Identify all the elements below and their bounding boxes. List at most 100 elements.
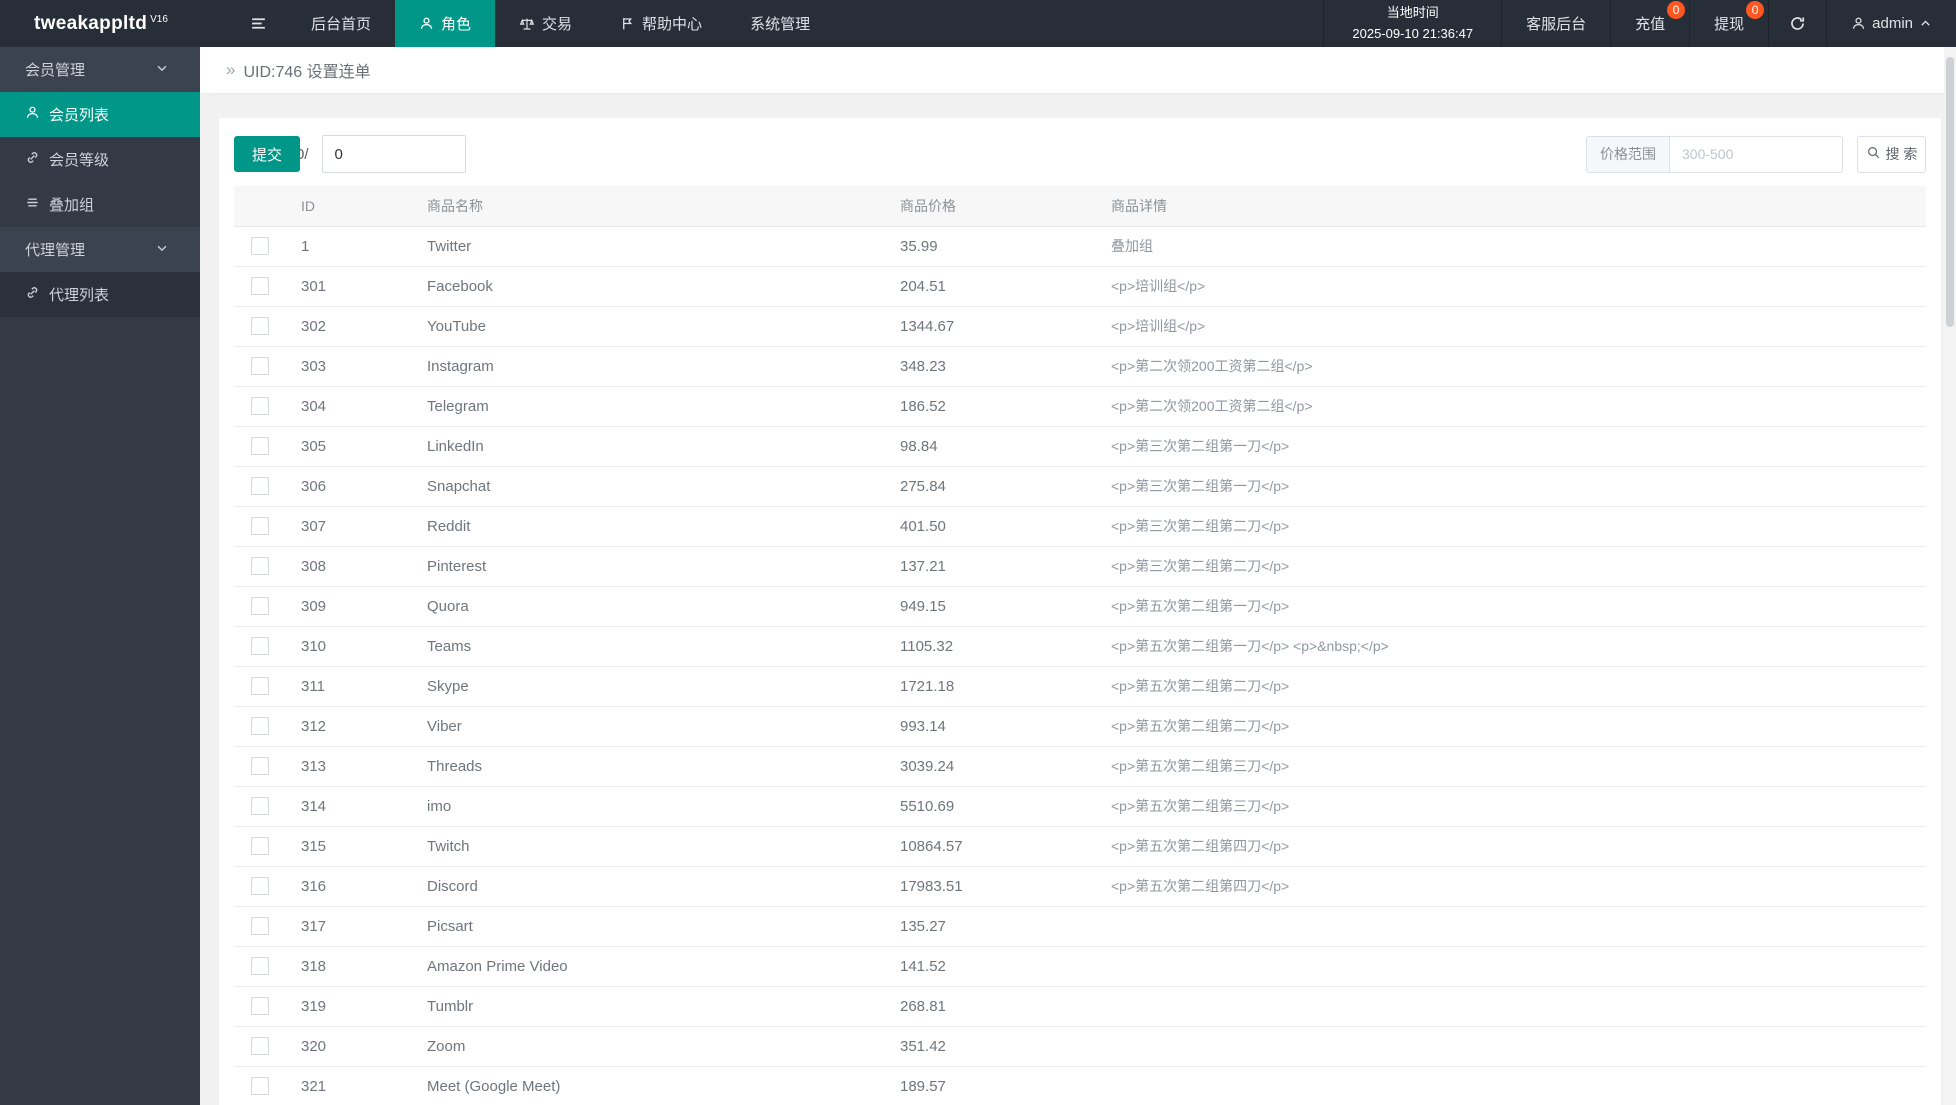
cell-product-name: imo	[416, 786, 889, 827]
row-checkbox[interactable]	[251, 437, 269, 456]
brand-version: V16	[150, 14, 168, 25]
user-icon	[419, 16, 434, 31]
cell-id: 317	[290, 906, 416, 947]
sidebar-item-member-list[interactable]: 会员列表	[0, 92, 200, 137]
row-checkbox[interactable]	[251, 237, 269, 256]
row-checkbox[interactable]	[251, 677, 269, 696]
nav-item-support-backend[interactable]: 客服后台	[1501, 0, 1610, 47]
cell-id: 312	[290, 706, 416, 747]
row-checkbox[interactable]	[251, 997, 269, 1016]
nav-item-withdraw[interactable]: 提现 0	[1689, 0, 1768, 47]
cell-id: 303	[290, 346, 416, 387]
main-content: » UID:746 设置连单 提交 0/ 价格范围 搜 索	[200, 47, 1956, 1105]
search-button[interactable]: 搜 索	[1857, 135, 1926, 173]
row-checkbox[interactable]	[251, 757, 269, 776]
user-menu[interactable]: admin	[1826, 0, 1956, 47]
table-row: 302 YouTube 1344.67 <p>培训组</p>	[234, 306, 1926, 347]
cell-product-name: Pinterest	[416, 546, 889, 587]
local-time-value: 2025-09-10 21:36:47	[1352, 25, 1474, 41]
row-checkbox[interactable]	[251, 637, 269, 656]
nav-item-transactions[interactable]: 交易	[495, 0, 596, 47]
submit-button[interactable]: 提交	[234, 136, 300, 172]
count-input[interactable]	[321, 135, 466, 173]
brand-name: tweakappltd	[34, 12, 148, 34]
withdraw-badge: 0	[1746, 1, 1765, 19]
refresh-button[interactable]	[1768, 0, 1826, 47]
row-checkbox[interactable]	[251, 517, 269, 536]
cell-id: 1	[290, 226, 416, 267]
cell-product-detail: <p>第五次第二组第三刀</p>	[1100, 746, 1926, 787]
cell-id: 318	[290, 946, 416, 987]
table-row: 318 Amazon Prime Video 141.52	[234, 946, 1926, 987]
row-checkbox[interactable]	[251, 557, 269, 576]
row-checkbox[interactable]	[251, 357, 269, 376]
cell-id: 311	[290, 666, 416, 707]
nav-item-dashboard[interactable]: 后台首页	[287, 0, 395, 47]
cell-product-price: 141.52	[889, 946, 1100, 987]
table-row: 309 Quora 949.15 <p>第五次第二组第一刀</p>	[234, 586, 1926, 627]
cell-id: 307	[290, 506, 416, 547]
table-row: 311 Skype 1721.18 <p>第五次第二组第二刀</p>	[234, 666, 1926, 707]
cell-product-name: Quora	[416, 586, 889, 627]
cell-product-price: 17983.51	[889, 866, 1100, 907]
nav-item-label: 交易	[542, 16, 573, 33]
page-title: UID:746 设置连单	[243, 64, 371, 81]
cell-product-name: LinkedIn	[416, 426, 889, 467]
cell-product-detail: <p>第五次第二组第二刀</p>	[1100, 706, 1926, 747]
row-checkbox[interactable]	[251, 277, 269, 296]
cell-product-price: 137.21	[889, 546, 1100, 587]
sidebar-group-agent-management[interactable]: 代理管理	[0, 227, 200, 272]
nav-item-roles[interactable]: 角色	[395, 0, 496, 47]
row-checkbox[interactable]	[251, 717, 269, 736]
row-checkbox[interactable]	[251, 397, 269, 416]
cell-product-detail	[1100, 906, 1926, 947]
row-checkbox[interactable]	[251, 877, 269, 896]
row-checkbox[interactable]	[251, 477, 269, 496]
header-product-name: 商品名称	[416, 186, 889, 227]
row-checkbox[interactable]	[251, 597, 269, 616]
row-checkbox[interactable]	[251, 317, 269, 336]
row-checkbox[interactable]	[251, 917, 269, 936]
sidebar-item-stack-group[interactable]: 叠加组	[0, 182, 200, 227]
username: admin	[1872, 15, 1913, 32]
cell-id: 316	[290, 866, 416, 907]
search-button-label: 搜 索	[1885, 146, 1918, 162]
cell-product-price: 35.99	[889, 226, 1100, 267]
nav-item-label: 客服后台	[1526, 16, 1587, 33]
cell-product-price: 1105.32	[889, 626, 1100, 667]
cell-id: 320	[290, 1026, 416, 1067]
cell-product-detail: <p>第五次第二组第一刀</p>	[1100, 586, 1926, 627]
nav-item-help-center[interactable]: 帮助中心	[596, 0, 726, 47]
nav-item-label: 充值	[1635, 16, 1666, 33]
cell-product-detail: <p>第二次领200工资第二组</p>	[1100, 386, 1926, 427]
sidebar-group-member-management[interactable]: 会员管理	[0, 47, 200, 92]
row-checkbox[interactable]	[251, 957, 269, 976]
recharge-badge: 0	[1667, 1, 1686, 19]
nav-item-label: 系统管理	[750, 16, 811, 33]
cell-id: 315	[290, 826, 416, 867]
scales-icon	[519, 16, 535, 32]
scrollbar-thumb[interactable]	[1946, 57, 1954, 327]
cell-id: 302	[290, 306, 416, 347]
cell-product-name: Threads	[416, 746, 889, 787]
table-row: 315 Twitch 10864.57 <p>第五次第二组第四刀</p>	[234, 826, 1926, 867]
table-header-row: ID 商品名称 商品价格 商品详情	[234, 186, 1926, 227]
cell-product-name: Twitter	[416, 226, 889, 267]
chevron-up-icon	[1919, 17, 1932, 30]
nav-item-system-admin[interactable]: 系统管理	[726, 0, 834, 47]
price-range-input[interactable]	[1669, 135, 1843, 173]
sidebar-item-member-level[interactable]: 会员等级	[0, 137, 200, 182]
nav-item-recharge[interactable]: 充值 0	[1610, 0, 1689, 47]
sidebar-toggle-button[interactable]	[230, 0, 287, 47]
row-checkbox[interactable]	[251, 1077, 269, 1096]
row-checkbox[interactable]	[251, 837, 269, 856]
breadcrumb-icon: »	[226, 60, 236, 79]
table-row: 303 Instagram 348.23 <p>第二次领200工资第二组</p>	[234, 346, 1926, 387]
row-checkbox[interactable]	[251, 1037, 269, 1056]
sidebar-item-agent-list[interactable]: 代理列表	[0, 272, 200, 317]
row-checkbox[interactable]	[251, 797, 269, 816]
cell-product-name: Viber	[416, 706, 889, 747]
page-scrollbar[interactable]	[1944, 47, 1956, 1105]
cell-id: 321	[290, 1066, 416, 1105]
cell-product-price: 268.81	[889, 986, 1100, 1027]
